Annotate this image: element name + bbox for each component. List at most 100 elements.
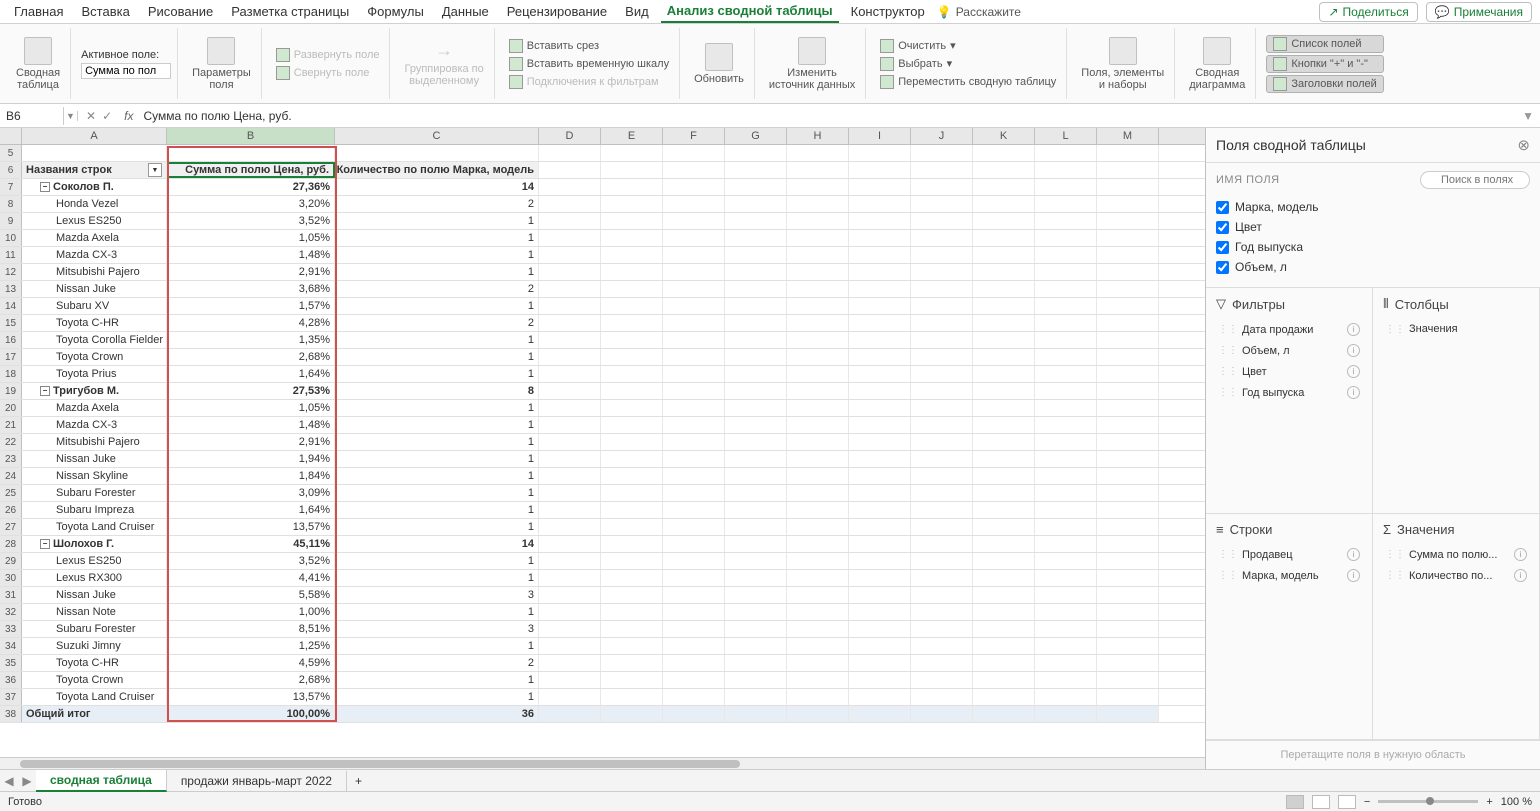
- cell[interactable]: [1097, 366, 1159, 382]
- cell[interactable]: Названия строк▼: [22, 162, 167, 178]
- cell[interactable]: [1035, 281, 1097, 297]
- collapse-icon[interactable]: −: [40, 539, 50, 549]
- change-source-button[interactable]: Изменить источник данных: [765, 35, 859, 93]
- move-pivot-button[interactable]: Переместить сводную таблицу: [876, 74, 1060, 90]
- cell[interactable]: [849, 383, 911, 399]
- cell[interactable]: Lexus ES250: [22, 553, 167, 569]
- cell[interactable]: [725, 519, 787, 535]
- row-header[interactable]: 9: [0, 213, 22, 229]
- cell[interactable]: [787, 638, 849, 654]
- row-pill-model[interactable]: ⋮⋮Марка, модельi: [1212, 566, 1366, 585]
- cell[interactable]: 1: [335, 519, 539, 535]
- cell[interactable]: [601, 383, 663, 399]
- row-header[interactable]: 21: [0, 417, 22, 433]
- cell[interactable]: [787, 230, 849, 246]
- cell[interactable]: [911, 485, 973, 501]
- cell[interactable]: [663, 383, 725, 399]
- cell[interactable]: [539, 281, 601, 297]
- insert-timeline-button[interactable]: Вставить временную шкалу: [505, 56, 673, 72]
- cell[interactable]: [725, 502, 787, 518]
- cell[interactable]: [973, 604, 1035, 620]
- cell[interactable]: [539, 400, 601, 416]
- cell[interactable]: 1: [335, 468, 539, 484]
- cell[interactable]: [1097, 417, 1159, 433]
- cell[interactable]: [663, 230, 725, 246]
- cell[interactable]: 1: [335, 213, 539, 229]
- cell[interactable]: [973, 536, 1035, 552]
- cell[interactable]: 4,59%: [167, 655, 335, 671]
- cell[interactable]: 27,36%: [167, 179, 335, 195]
- cell[interactable]: Subaru Forester: [22, 621, 167, 637]
- cell[interactable]: [849, 485, 911, 501]
- cell[interactable]: [787, 213, 849, 229]
- row-header[interactable]: 26: [0, 502, 22, 518]
- cell[interactable]: Mazda Axela: [22, 400, 167, 416]
- cell[interactable]: [849, 706, 911, 722]
- cell[interactable]: Nissan Juke: [22, 587, 167, 603]
- cell[interactable]: [973, 587, 1035, 603]
- cell[interactable]: 27,53%: [167, 383, 335, 399]
- cell[interactable]: 1,64%: [167, 502, 335, 518]
- cell[interactable]: [539, 230, 601, 246]
- cell[interactable]: [539, 502, 601, 518]
- add-sheet-button[interactable]: +: [347, 774, 370, 788]
- cell[interactable]: [973, 247, 1035, 263]
- cell[interactable]: [849, 638, 911, 654]
- cell[interactable]: [539, 264, 601, 280]
- cell[interactable]: [539, 247, 601, 263]
- cell[interactable]: [973, 621, 1035, 637]
- tab-draw[interactable]: Рисование: [142, 1, 219, 22]
- cell[interactable]: [973, 519, 1035, 535]
- cell[interactable]: [601, 570, 663, 586]
- cell[interactable]: [973, 485, 1035, 501]
- cell[interactable]: [1035, 604, 1097, 620]
- cell[interactable]: [1035, 621, 1097, 637]
- cell[interactable]: [663, 332, 725, 348]
- cell[interactable]: [787, 655, 849, 671]
- cell[interactable]: 3,09%: [167, 485, 335, 501]
- cell[interactable]: [663, 485, 725, 501]
- cell[interactable]: [725, 553, 787, 569]
- cell[interactable]: [787, 417, 849, 433]
- cell[interactable]: [1097, 162, 1159, 178]
- cell[interactable]: [601, 332, 663, 348]
- col-pill-values[interactable]: ⋮⋮Значения: [1379, 320, 1533, 338]
- cell[interactable]: [787, 502, 849, 518]
- cell[interactable]: 1: [335, 400, 539, 416]
- cell[interactable]: [787, 451, 849, 467]
- cell[interactable]: [911, 604, 973, 620]
- cell[interactable]: [663, 553, 725, 569]
- cell[interactable]: [601, 417, 663, 433]
- cell[interactable]: Toyota Crown: [22, 672, 167, 688]
- row-header[interactable]: 30: [0, 570, 22, 586]
- cell[interactable]: 1,48%: [167, 247, 335, 263]
- table-row[interactable]: 15Toyota C-HR4,28%2: [0, 315, 1205, 332]
- cell[interactable]: [911, 315, 973, 331]
- cell[interactable]: [787, 536, 849, 552]
- cell[interactable]: [1035, 349, 1097, 365]
- cell[interactable]: [1035, 366, 1097, 382]
- cell[interactable]: [911, 417, 973, 433]
- cell[interactable]: [663, 638, 725, 654]
- cell[interactable]: [663, 689, 725, 705]
- cell[interactable]: [973, 451, 1035, 467]
- cell[interactable]: [1097, 281, 1159, 297]
- table-row[interactable]: 35Toyota C-HR4,59%2: [0, 655, 1205, 672]
- cell[interactable]: [1035, 162, 1097, 178]
- cell[interactable]: [539, 519, 601, 535]
- cell[interactable]: [1035, 451, 1097, 467]
- cell[interactable]: [1097, 179, 1159, 195]
- cell[interactable]: [973, 196, 1035, 212]
- cell[interactable]: [849, 417, 911, 433]
- val-pill-count[interactable]: ⋮⋮Количество по...i: [1379, 566, 1533, 585]
- table-row[interactable]: 6Названия строк▼Сумма по полю Цена, руб.…: [0, 162, 1205, 179]
- cell[interactable]: [601, 638, 663, 654]
- cell[interactable]: [973, 230, 1035, 246]
- collapse-icon[interactable]: −: [40, 182, 50, 192]
- col-header-i[interactable]: I: [849, 128, 911, 144]
- cell[interactable]: [725, 213, 787, 229]
- enter-icon[interactable]: ✓: [102, 109, 112, 123]
- tab-design[interactable]: Конструктор: [845, 1, 931, 22]
- cell[interactable]: [1097, 536, 1159, 552]
- field-volume[interactable]: Объем, л: [1216, 257, 1530, 277]
